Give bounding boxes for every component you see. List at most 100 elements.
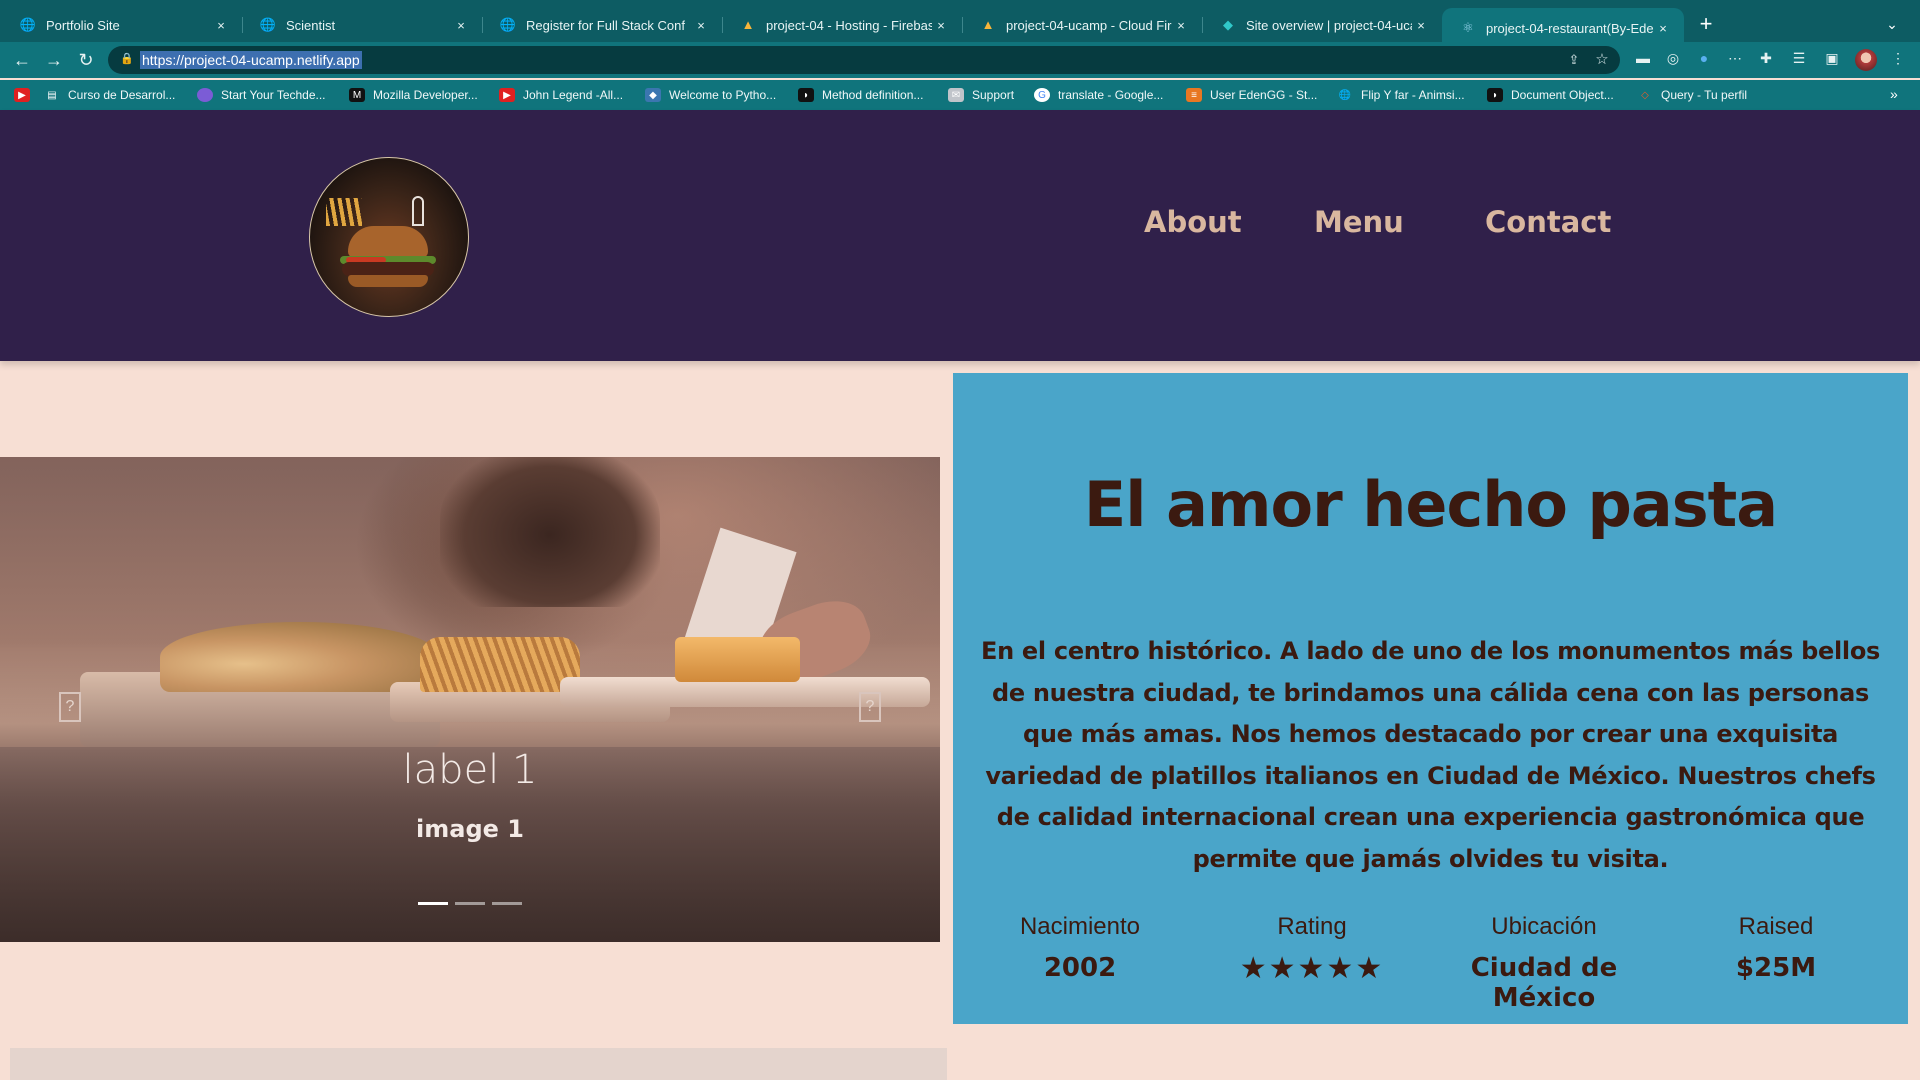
extension-p-icon[interactable]: ● bbox=[1694, 48, 1714, 68]
browser-tab-strip: 🌐 Portfolio Site × 🌐 Scientist × 🌐 Regis… bbox=[0, 0, 1920, 48]
tab-search-button[interactable]: ⌄ bbox=[1880, 12, 1904, 36]
mdn-icon: ◗ bbox=[1487, 88, 1503, 102]
url-text[interactable]: https://project-04-ucamp.netlify.app bbox=[140, 51, 362, 69]
nav-about[interactable]: About bbox=[1144, 205, 1242, 239]
address-toolbar: ← → ↻ 🔒 https://project-04-ucamp.netlify… bbox=[0, 42, 1920, 78]
address-bar[interactable]: 🔒 https://project-04-ucamp.netlify.app ⇪… bbox=[108, 46, 1620, 74]
extension-icon[interactable]: ▬ bbox=[1633, 48, 1653, 68]
bookmark-item[interactable]: ◆ Welcome to Pytho... bbox=[645, 86, 776, 104]
stat-raised: Raised $25M bbox=[1661, 913, 1891, 983]
more-bookmarks-button[interactable]: » bbox=[1890, 86, 1898, 102]
site-header: About Menu Contact bbox=[0, 110, 1920, 361]
stat-value: $25M bbox=[1735, 953, 1817, 983]
globe-icon: 🌐 bbox=[1338, 89, 1352, 101]
lock-icon: 🔒 bbox=[120, 53, 134, 65]
firebase-icon: ▲ bbox=[981, 17, 995, 32]
tab-title: Scientist bbox=[286, 17, 336, 33]
about-title: El amor hecho pasta bbox=[1083, 468, 1778, 541]
bookmark-item[interactable]: ▶ bbox=[14, 86, 38, 104]
bookmark-item[interactable]: Gtranslate - Google... bbox=[1034, 86, 1163, 104]
nav-menu[interactable]: Menu bbox=[1314, 205, 1404, 239]
nav-contact[interactable]: Contact bbox=[1485, 205, 1611, 239]
bookmark-item[interactable]: ◗ Document Object... bbox=[1487, 86, 1614, 104]
tab-netlify-overview[interactable]: ◆ Site overview | project-04-ucam × bbox=[1202, 8, 1442, 42]
python-icon: ◆ bbox=[645, 88, 661, 102]
carousel-indicator[interactable] bbox=[455, 902, 485, 905]
tab-firebase-hosting[interactable]: ▲ project-04 - Hosting - Firebase × bbox=[722, 8, 963, 42]
stat-label: Nacimiento bbox=[1019, 913, 1141, 940]
close-icon[interactable]: × bbox=[452, 18, 470, 33]
stat-label: Raised bbox=[1738, 913, 1814, 940]
bookmark-item[interactable]: M Mozilla Developer... bbox=[349, 86, 478, 104]
close-icon[interactable]: × bbox=[692, 18, 710, 33]
about-description: En el centro histórico. A lado de uno de… bbox=[981, 637, 1880, 873]
bookmark-item[interactable]: ≡ User EdenGG - St... bbox=[1186, 86, 1317, 104]
restaurant-logo[interactable] bbox=[309, 157, 469, 317]
globe-icon: 🌐 bbox=[259, 17, 277, 32]
carousel-indicator[interactable] bbox=[492, 902, 522, 905]
new-tab-button[interactable]: + bbox=[1692, 10, 1720, 38]
tab-title: Register for Full Stack Conf bbox=[526, 17, 685, 33]
carousel-next-icon[interactable]: ? bbox=[859, 692, 881, 722]
stat-rating: Rating ★★★★★ bbox=[1197, 913, 1427, 986]
mdn-icon: ◗ bbox=[798, 88, 814, 102]
stat-label: Rating bbox=[1277, 913, 1347, 940]
stat-ubicacion: Ubicación Ciudad de México bbox=[1429, 913, 1659, 1013]
side-panel-icon[interactable]: ▣ bbox=[1822, 48, 1842, 68]
graphql-icon: ◇ bbox=[1641, 89, 1649, 101]
stackoverflow-icon: ≡ bbox=[1186, 88, 1202, 102]
carousel-indicator[interactable] bbox=[418, 902, 448, 905]
stat-value: Ciudad de México bbox=[1470, 953, 1618, 1013]
youtube-icon: ▶ bbox=[14, 88, 30, 102]
next-section-placeholder bbox=[10, 1048, 947, 1080]
bookmark-item[interactable]: ✉ Support bbox=[948, 86, 1014, 104]
reload-icon[interactable]: ↻ bbox=[74, 48, 98, 72]
bookmark-item[interactable]: ▤ Curso de Desarrol... bbox=[44, 86, 175, 104]
extension-dots-icon[interactable]: ⋯ bbox=[1725, 48, 1745, 68]
tab-portfolio-site[interactable]: 🌐 Portfolio Site × bbox=[2, 8, 243, 42]
stat-value: 2002 bbox=[1043, 953, 1117, 983]
tab-firebase-cloud[interactable]: ▲ project-04-ucamp - Cloud Fire × bbox=[962, 8, 1203, 42]
bookmark-star-icon[interactable]: ☆ bbox=[1592, 50, 1612, 70]
tab-title: project-04-restaurant(By-Eden bbox=[1486, 20, 1654, 36]
kebab-menu-icon[interactable]: ⋮ bbox=[1888, 48, 1908, 68]
mdn-icon: M bbox=[349, 88, 365, 102]
netlify-icon: ◆ bbox=[1223, 17, 1233, 32]
bookmark-item[interactable]: 🌐 Flip Y far - Animsi... bbox=[1337, 86, 1465, 104]
tab-register-conf[interactable]: 🌐 Register for Full Stack Conf × bbox=[482, 8, 723, 42]
close-icon[interactable]: × bbox=[1412, 18, 1430, 33]
bookmark-item[interactable]: Start Your Techde... bbox=[197, 86, 326, 104]
bookmark-item[interactable]: ◗ Method definition... bbox=[798, 86, 923, 104]
close-icon[interactable]: × bbox=[1172, 18, 1190, 33]
tab-title: Site overview | project-04-ucam bbox=[1246, 17, 1412, 33]
carousel-sublabel: image 1 bbox=[416, 815, 524, 843]
stat-label: Ubicación bbox=[1491, 913, 1597, 940]
globe-icon: 🌐 bbox=[499, 17, 517, 32]
support-icon: ✉ bbox=[948, 88, 964, 102]
bookmark-item[interactable]: ▶ John Legend -All... bbox=[499, 86, 623, 104]
close-icon[interactable]: × bbox=[212, 18, 230, 33]
tab-title: project-04-ucamp - Cloud Fire bbox=[1006, 17, 1172, 33]
stat-nacimiento: Nacimiento 2002 bbox=[965, 913, 1195, 983]
techdegree-icon bbox=[197, 88, 213, 102]
star-rating-icon: ★★★★★ bbox=[1239, 951, 1385, 986]
puzzle-icon[interactable]: ✚ bbox=[1756, 48, 1776, 68]
profile-avatar[interactable] bbox=[1855, 49, 1877, 71]
extension-target-icon[interactable]: ◎ bbox=[1663, 48, 1683, 68]
bookmark-item[interactable]: ◇ Query - Tu perfil bbox=[1637, 86, 1747, 104]
close-icon[interactable]: × bbox=[1654, 21, 1672, 36]
back-arrow-icon[interactable]: ← bbox=[10, 48, 34, 72]
reading-list-icon[interactable]: ☰ bbox=[1789, 48, 1809, 68]
carousel-prev-icon[interactable]: ? bbox=[59, 692, 81, 722]
folder-icon: ▤ bbox=[47, 89, 57, 101]
close-icon[interactable]: × bbox=[932, 18, 950, 33]
about-panel: El amor hecho pasta En el centro históri… bbox=[953, 373, 1908, 1024]
share-icon[interactable]: ⇪ bbox=[1564, 50, 1584, 70]
bookmarks-bar: ▶ ▤ Curso de Desarrol... Start Your Techd… bbox=[0, 80, 1920, 110]
forward-arrow-icon[interactable]: → bbox=[42, 48, 66, 72]
react-icon: ⚛ bbox=[1462, 20, 1474, 35]
carousel-image bbox=[440, 457, 660, 607]
tab-scientist[interactable]: 🌐 Scientist × bbox=[242, 8, 483, 42]
firebase-icon: ▲ bbox=[741, 17, 755, 32]
google-icon: G bbox=[1034, 88, 1050, 102]
